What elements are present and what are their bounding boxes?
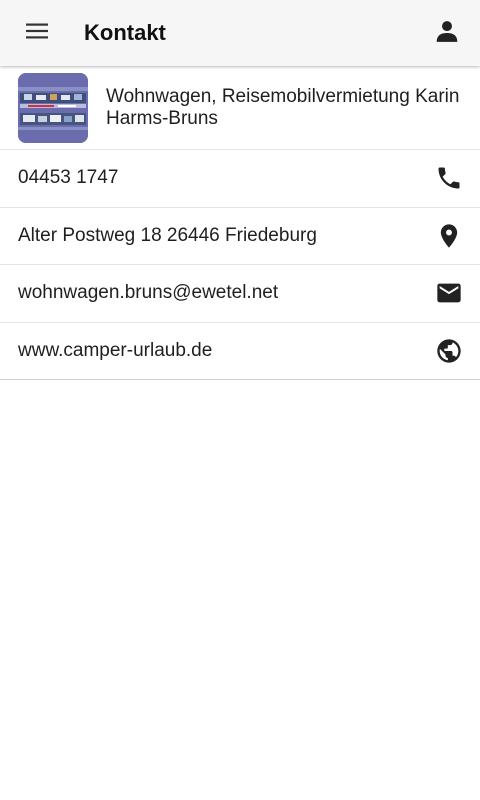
company-header: Wohnwagen, Reisemobilvermietung Karin Ha… (0, 66, 480, 150)
mail-icon[interactable] (434, 278, 464, 308)
contact-row-phone[interactable]: 04453 1747 (0, 150, 480, 208)
page-title: Kontakt (84, 20, 166, 45)
menu-button[interactable] (16, 13, 58, 53)
contact-row-website[interactable]: www.camper-urlaub.de (0, 323, 480, 380)
phone-number: 04453 1747 (18, 167, 119, 189)
contact-content: Wohnwagen, Reisemobilvermietung Karin Ha… (0, 66, 480, 380)
person-icon (434, 18, 460, 49)
profile-button[interactable] (426, 13, 468, 53)
website-url: www.camper-urlaub.de (18, 339, 213, 361)
email-address: wohnwagen.bruns@ewetel.net (18, 282, 279, 304)
phone-icon[interactable] (434, 163, 464, 193)
location-pin-icon[interactable] (434, 221, 464, 251)
app-bar: Kontakt (0, 0, 480, 66)
company-logo (18, 73, 88, 143)
globe-icon[interactable] (434, 336, 464, 366)
contact-row-email[interactable]: wohnwagen.bruns@ewetel.net (0, 265, 480, 323)
contact-row-address[interactable]: Alter Postweg 18 26446 Friedeburg (0, 208, 480, 265)
hamburger-menu-icon (25, 19, 49, 48)
address: Alter Postweg 18 26446 Friedeburg (18, 224, 317, 246)
company-name: Wohnwagen, Reisemobilvermietung Karin Ha… (106, 86, 460, 129)
